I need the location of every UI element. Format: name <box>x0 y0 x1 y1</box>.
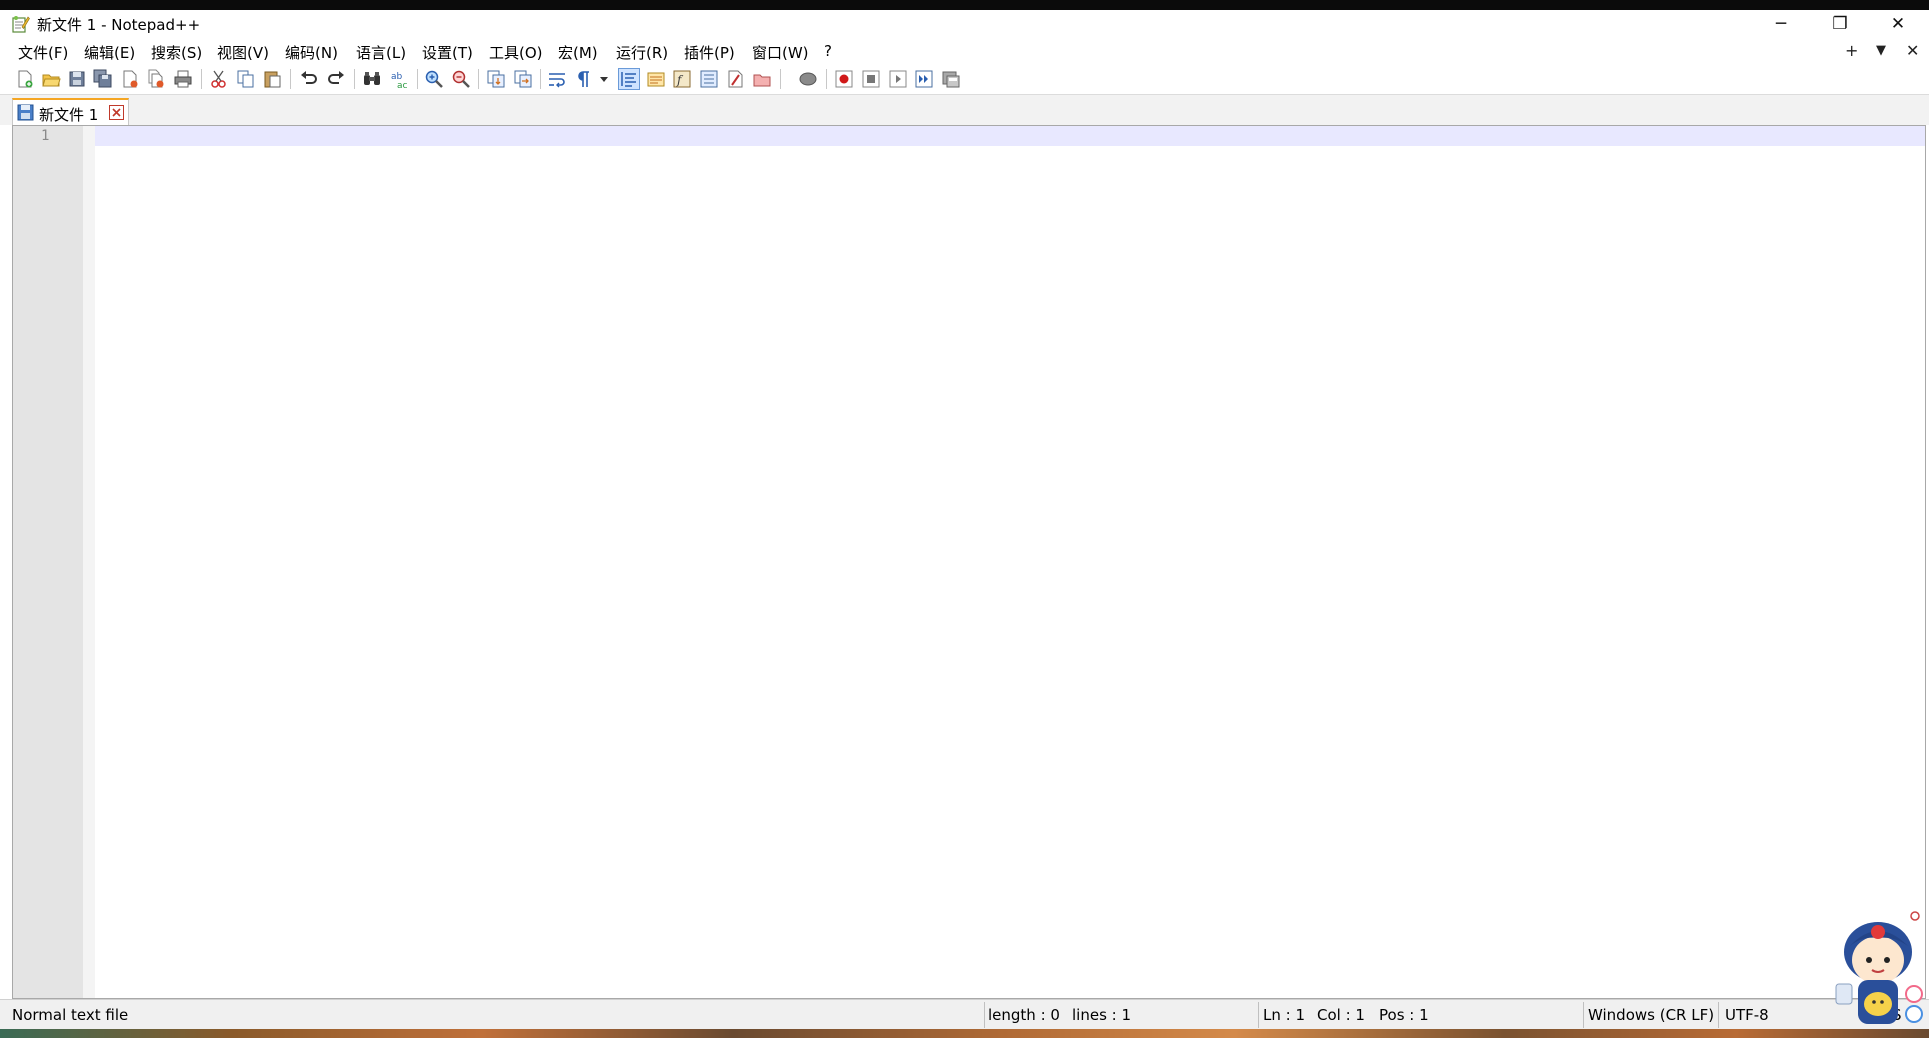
status-length: length : 0 <box>988 1006 1060 1024</box>
status-file-type: Normal text file <box>12 1006 129 1024</box>
toolbar-separator <box>478 69 479 89</box>
toolbar-separator <box>354 69 355 89</box>
close-all-icon[interactable] <box>146 69 166 89</box>
menu-edit[interactable]: 编辑(E) <box>84 42 135 63</box>
open-file-icon[interactable] <box>41 69 61 89</box>
zoom-in-icon[interactable] <box>424 69 444 89</box>
menu-encoding[interactable]: 编码(N) <box>285 42 338 63</box>
toolbar-separator <box>826 69 827 89</box>
status-column: Col : 1 <box>1317 1006 1365 1024</box>
window-title: 新文件 1 - Notepad++ <box>37 16 201 34</box>
toolbar-separator <box>290 69 291 89</box>
word-wrap-icon[interactable] <box>547 69 567 89</box>
save-icon[interactable] <box>67 69 87 89</box>
menu-plugins[interactable]: 插件(P) <box>684 42 735 63</box>
close-document-button[interactable]: ✕ <box>1906 41 1919 60</box>
sync-horizontal-scroll-icon[interactable] <box>513 69 533 89</box>
status-bar: Normal text file length : 0 lines : 1 Ln… <box>0 999 1929 1030</box>
menu-language[interactable]: 语言(L) <box>356 42 406 63</box>
menu-bar: 文件(F) 编辑(E) 搜索(S) 视图(V) 编码(N) 语言(L) 设置(T… <box>0 38 1929 64</box>
find-icon[interactable] <box>362 69 382 89</box>
toolbar-separator <box>417 69 418 89</box>
screen-top-edge <box>0 0 1929 10</box>
zoom-out-icon[interactable] <box>451 69 471 89</box>
print-icon[interactable] <box>173 69 193 89</box>
title-bar: 新文件 1 - Notepad++ ─ ❐ ✕ <box>0 10 1929 38</box>
status-divider <box>1718 1002 1719 1028</box>
record-macro-icon[interactable] <box>834 69 854 89</box>
close-file-icon[interactable] <box>120 69 140 89</box>
sync-vertical-scroll-icon[interactable] <box>486 69 506 89</box>
folder-as-workspace-icon[interactable] <box>699 69 719 89</box>
toolbar-separator <box>540 69 541 89</box>
menu-search[interactable]: 搜索(S) <box>151 42 202 63</box>
unsaved-file-icon <box>17 104 34 121</box>
play-macro-icon[interactable] <box>888 69 908 89</box>
status-lines: lines : 1 <box>1072 1006 1132 1024</box>
undo-icon[interactable] <box>299 69 319 89</box>
line-number-margin: 1 <box>13 126 83 998</box>
tab-list-dropdown-button[interactable]: ▼ <box>1876 43 1886 58</box>
menu-run[interactable]: 运行(R) <box>616 42 668 63</box>
line-number: 1 <box>41 128 50 144</box>
menu-tools[interactable]: 工具(O) <box>489 42 543 63</box>
status-encoding[interactable]: UTF-8 <box>1725 1006 1769 1024</box>
redo-icon[interactable] <box>326 69 346 89</box>
chevron-down-icon[interactable] <box>597 69 611 89</box>
status-position: Pos : 1 <box>1379 1006 1429 1024</box>
toolbar-separator <box>201 69 202 89</box>
menu-help[interactable]: ? <box>824 42 832 60</box>
status-line: Ln : 1 <box>1263 1006 1305 1024</box>
replace-icon[interactable]: ab ac <box>389 69 409 89</box>
svg-text:ac: ac <box>397 81 408 89</box>
paste-icon[interactable] <box>262 69 282 89</box>
floating-mascot-widget[interactable] <box>1828 910 1924 1034</box>
editor-area[interactable]: 1 <box>12 125 1926 999</box>
restore-button[interactable]: ❐ <box>1811 10 1869 38</box>
current-line-highlight <box>95 126 1925 146</box>
save-all-icon[interactable] <box>93 69 113 89</box>
indent-guide-icon[interactable] <box>618 68 640 90</box>
status-divider <box>1258 1002 1259 1028</box>
close-window-button[interactable]: ✕ <box>1869 10 1927 38</box>
tab-label: 新文件 1 <box>39 106 99 124</box>
status-eol[interactable]: Windows (CR LF) <box>1588 1006 1714 1024</box>
cut-icon[interactable] <box>209 69 229 89</box>
fold-margin[interactable] <box>83 126 95 998</box>
menu-settings[interactable]: 设置(T) <box>422 42 473 63</box>
document-map-icon[interactable] <box>646 69 666 89</box>
menu-file[interactable]: 文件(F) <box>18 42 68 63</box>
copy-icon[interactable] <box>236 69 256 89</box>
minimize-button[interactable]: ─ <box>1752 10 1810 38</box>
toolbar-separator <box>780 69 781 89</box>
new-file-icon[interactable] <box>15 69 35 89</box>
status-divider <box>984 1002 985 1028</box>
play-macro-multiple-icon[interactable] <box>914 69 934 89</box>
monitoring-icon[interactable] <box>752 69 772 89</box>
new-tab-plus-button[interactable]: + <box>1845 41 1858 60</box>
tab-new-file-1[interactable]: 新文件 1 <box>12 98 129 125</box>
stop-macro-icon[interactable] <box>861 69 881 89</box>
notepad-plus-plus-app-icon <box>12 15 30 33</box>
menu-window[interactable]: 窗口(W) <box>752 42 809 63</box>
menu-view[interactable]: 视图(V) <box>217 42 269 63</box>
desktop-background-strip <box>0 1029 1929 1038</box>
status-divider <box>1583 1002 1584 1028</box>
menu-macro[interactable]: 宏(M) <box>558 42 598 63</box>
show-all-characters-icon[interactable] <box>574 69 594 89</box>
tab-close-icon[interactable] <box>109 105 124 120</box>
save-macro-icon[interactable] <box>941 69 961 89</box>
tab-bar: 新文件 1 <box>0 95 1929 125</box>
doc-list-icon[interactable] <box>725 69 745 89</box>
toolbar: ab ac f <box>0 64 1929 95</box>
macro-toggle-icon[interactable] <box>798 69 818 89</box>
function-list-icon[interactable]: f <box>672 69 692 89</box>
